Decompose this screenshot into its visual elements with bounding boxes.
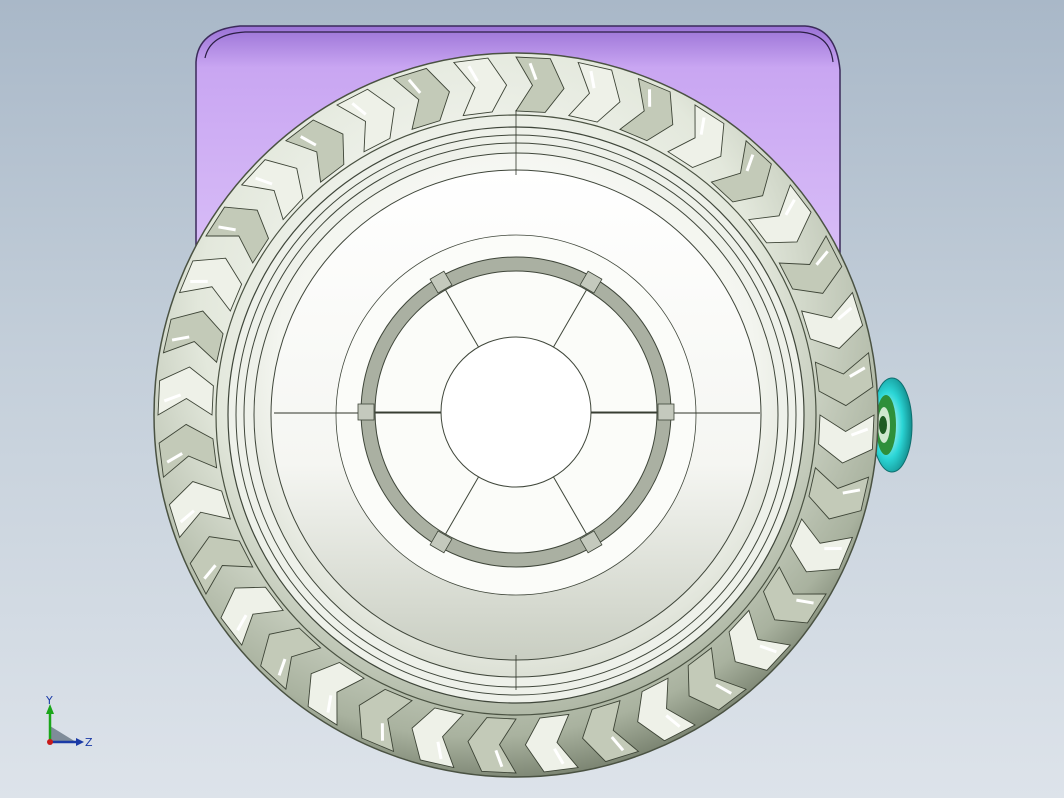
wheel[interactable]	[153, 52, 879, 778]
x-axis-dot	[47, 739, 53, 745]
z-axis-head	[76, 738, 84, 746]
hub-tab	[357, 403, 375, 421]
orientation-triad: Y Z	[45, 696, 93, 749]
z-axis-label: Z	[85, 736, 93, 749]
triad-plane	[50, 726, 76, 742]
cad-viewport[interactable]: Y Z	[0, 0, 1064, 798]
hub-tab	[657, 403, 675, 421]
model-graphics[interactable]	[0, 0, 1064, 798]
y-axis-label: Y	[45, 696, 53, 707]
